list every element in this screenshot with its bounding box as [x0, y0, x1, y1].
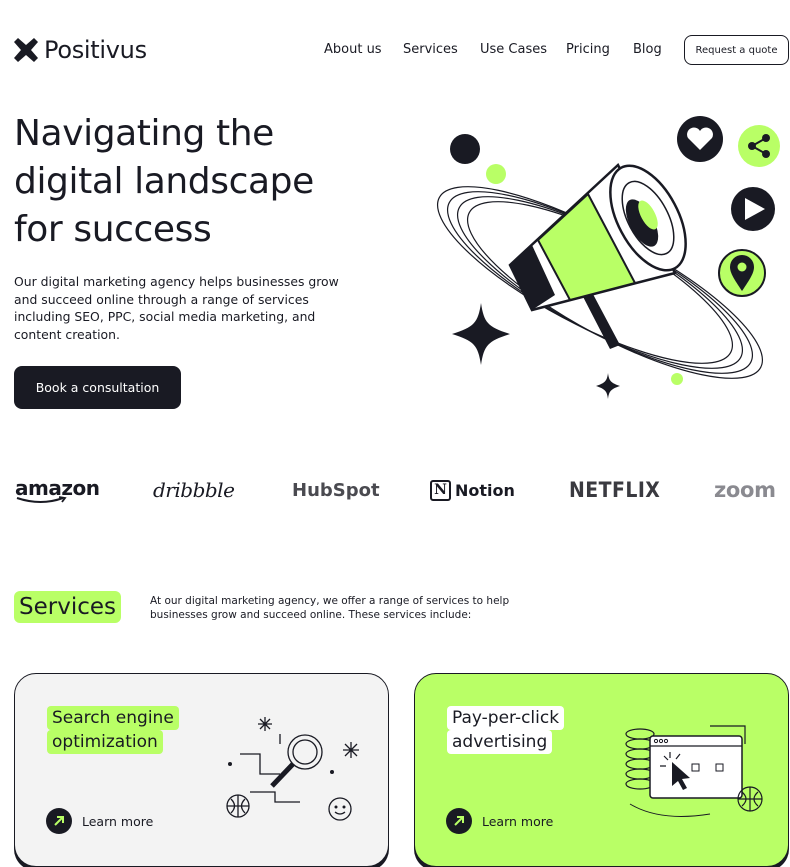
magnifier-illustration [226, 717, 359, 821]
service-card-ppc[interactable]: Pay-per-click advertising Learn more [414, 673, 789, 867]
services-heading: Services [14, 591, 121, 623]
card-title: Pay-per-click advertising [447, 706, 565, 754]
nav-blog[interactable]: Blog [633, 42, 662, 57]
play-icon [731, 187, 775, 231]
learn-more-label: Learn more [482, 813, 554, 829]
logo[interactable]: Positivus [14, 36, 147, 64]
request-quote-button[interactable]: Request a quote [684, 35, 789, 65]
location-pin-icon [718, 249, 766, 297]
brand-zoom-logo: zoom [714, 478, 776, 502]
card-title-line1: Pay-per-click [447, 706, 565, 730]
learn-more-link[interactable]: Learn more [446, 808, 553, 834]
sparkle-small-icon [596, 373, 620, 399]
megaphone-icon [508, 162, 687, 349]
green-dot [486, 164, 506, 184]
learn-more-label: Learn more [82, 813, 154, 829]
logo-text: Positivus [44, 36, 147, 64]
service-card-seo[interactable]: Search engine optimization Learn more [14, 673, 389, 867]
arrow-icon [446, 808, 472, 834]
amazon-smile-icon [16, 496, 67, 503]
nav-use-cases[interactable]: Use Cases [480, 42, 547, 57]
nav-pricing[interactable]: Pricing [566, 42, 610, 57]
megaphone-illustration [436, 116, 780, 399]
card-title-line1: Search engine [47, 706, 179, 730]
learn-more-link[interactable]: Learn more [46, 808, 153, 834]
card-title-line2: optimization [47, 730, 163, 754]
brand-amazon-logo: amazon [15, 476, 100, 504]
green-dot-small [671, 373, 683, 385]
black-dot [450, 134, 480, 164]
services-description: At our digital marketing agency, we offe… [150, 595, 510, 621]
book-consultation-button[interactable]: Book a consultation [14, 366, 181, 409]
share-icon [738, 125, 780, 167]
smiley-icon [328, 797, 352, 821]
card-title: Search engine optimization [47, 706, 179, 754]
heart-icon [677, 116, 723, 162]
globe-icon [737, 786, 763, 812]
notion-icon: N [430, 479, 451, 501]
sparkle-icon [452, 303, 510, 365]
brand-dribbble-logo: dribbble [153, 478, 235, 502]
hero-title: Navigating the digital landscape for suc… [14, 113, 314, 250]
browser-window-icon [649, 735, 743, 799]
browser-click-illustration [625, 725, 763, 817]
brand-hubspot-logo: HubSpot [292, 479, 380, 501]
brand-notion-text: Notion [455, 480, 515, 500]
hero-text: Our digital marketing agency helps busin… [14, 274, 339, 342]
brand-netflix-logo: NETFLIX [569, 478, 661, 502]
arrow-icon [46, 808, 72, 834]
nav-services[interactable]: Services [403, 42, 458, 57]
brand-notion-logo: N Notion [430, 476, 515, 504]
asterisk-logo-icon [14, 38, 38, 62]
card-title-line2: advertising [447, 730, 553, 754]
nav-about-us[interactable]: About us [324, 42, 382, 57]
